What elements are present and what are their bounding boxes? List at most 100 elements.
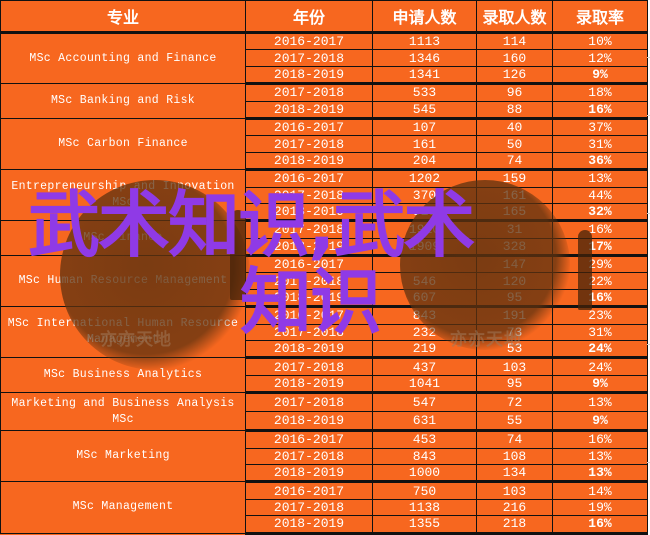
cell-year[interactable]: 2018-2019 — [245, 411, 373, 433]
cell-applicants[interactable]: 1138 — [372, 498, 477, 517]
cell-year[interactable]: 2017-2018 — [245, 272, 373, 290]
cell-year[interactable]: 2017-2018 — [245, 186, 373, 204]
cell-admitted[interactable]: 40 — [476, 117, 553, 137]
header-major[interactable]: 专业 — [0, 0, 246, 34]
cell-year[interactable]: 2017-2018 — [245, 49, 373, 67]
cell-admitted[interactable]: 165 — [476, 202, 553, 223]
cell-year[interactable]: 2018-2019 — [245, 340, 373, 360]
cell-admitted[interactable]: 328 — [476, 237, 553, 258]
cell-admitted[interactable]: 159 — [476, 169, 553, 188]
cell-applicants[interactable]: 547 — [372, 392, 477, 413]
cell-year[interactable]: 2018-2019 — [245, 463, 373, 484]
cell-rate[interactable]: 12% — [552, 49, 648, 67]
cell-admitted[interactable]: 96 — [476, 83, 553, 102]
cell-applicants[interactable]: 232 — [372, 323, 477, 342]
cell-applicants[interactable]: 515 — [372, 202, 477, 223]
cell-admitted[interactable]: 191 — [476, 306, 553, 325]
cell-admitted[interactable]: 216 — [476, 498, 553, 517]
header-rate[interactable]: 录取率 — [552, 0, 648, 34]
cell-rate[interactable]: 13% — [552, 463, 648, 484]
cell-admitted[interactable]: 72 — [476, 392, 553, 413]
cell-applicants[interactable]: 1910 — [372, 220, 477, 239]
cell-major[interactable]: Entrepreneurship and Innovation MSc — [0, 169, 246, 222]
cell-applicants[interactable]: 204 — [372, 151, 477, 172]
cell-applicants[interactable]: 1341 — [372, 65, 477, 86]
cell-major[interactable]: MSc Human Resource Management — [0, 255, 246, 308]
cell-admitted[interactable]: 88 — [476, 100, 553, 120]
cell-rate[interactable]: 16% — [552, 515, 648, 535]
cell-rate[interactable]: 16% — [552, 430, 648, 449]
cell-admitted[interactable]: 126 — [476, 65, 553, 86]
cell-year[interactable]: 2017-2018 — [245, 392, 373, 413]
cell-admitted[interactable]: 161 — [476, 186, 553, 204]
cell-applicants[interactable]: 1355 — [372, 515, 477, 535]
cell-applicants[interactable]: 107 — [372, 117, 477, 137]
cell-admitted[interactable]: 147 — [476, 255, 553, 274]
cell-applicants[interactable]: 1202 — [372, 169, 477, 188]
cell-year[interactable]: 2018-2019 — [245, 151, 373, 172]
cell-rate[interactable]: 9% — [552, 411, 648, 433]
cell-year[interactable]: 2017-2018 — [245, 498, 373, 517]
cell-rate[interactable]: 13% — [552, 169, 648, 188]
cell-year[interactable]: 2017-2018 — [245, 135, 373, 153]
cell-year[interactable]: 2018-2019 — [245, 202, 373, 223]
cell-applicants[interactable]: 453 — [372, 430, 477, 449]
cell-admitted[interactable]: 50 — [476, 135, 553, 153]
cell-major[interactable]: MSc Business Analytics — [0, 357, 246, 394]
cell-major[interactable]: MSc Carbon Finance — [0, 117, 246, 171]
cell-admitted[interactable]: 134 — [476, 463, 553, 484]
cell-rate[interactable]: 16% — [552, 100, 648, 120]
cell-rate[interactable]: 16% — [552, 288, 648, 309]
cell-rate[interactable]: 16% — [552, 220, 648, 239]
cell-year[interactable]: 2018-2019 — [245, 65, 373, 86]
cell-year[interactable]: 2018-2019 — [245, 515, 373, 535]
cell-year[interactable]: 2016-2017 — [245, 255, 373, 274]
cell-rate[interactable]: 19% — [552, 498, 648, 517]
cell-year[interactable]: 2018-2019 — [245, 288, 373, 309]
cell-major[interactable]: MSc Accounting and Finance — [0, 31, 246, 85]
cell-rate[interactable]: 32% — [552, 202, 648, 223]
cell-year[interactable]: 2016-2017 — [245, 306, 373, 325]
cell-applicants[interactable]: 1346 — [372, 49, 477, 67]
cell-admitted[interactable]: 103 — [476, 481, 553, 500]
cell-applicants[interactable]: 843 — [372, 306, 477, 325]
cell-major[interactable]: MSc Management — [0, 481, 246, 534]
cell-admitted[interactable]: 55 — [476, 411, 553, 433]
cell-applicants[interactable]: 533 — [372, 83, 477, 102]
cell-year[interactable]: 2016-2017 — [245, 117, 373, 137]
cell-applicants[interactable]: 546 — [372, 272, 477, 290]
cell-admitted[interactable]: 120 — [476, 272, 553, 290]
cell-admitted[interactable]: 108 — [476, 447, 553, 465]
cell-applicants[interactable]: 1113 — [372, 31, 477, 51]
cell-admitted[interactable]: 74 — [476, 430, 553, 449]
cell-rate[interactable]: 9% — [552, 374, 648, 395]
cell-rate[interactable]: 23% — [552, 306, 648, 325]
cell-year[interactable]: 2018-2019 — [245, 100, 373, 120]
cell-admitted[interactable]: 95 — [476, 288, 553, 309]
cell-admitted[interactable]: 160 — [476, 49, 553, 67]
cell-rate[interactable]: 10% — [552, 31, 648, 51]
cell-applicants[interactable]: 843 — [372, 447, 477, 465]
header-admitted[interactable]: 录取人数 — [476, 0, 553, 34]
cell-major[interactable]: MSc Finance — [0, 220, 246, 257]
cell-applicants[interactable]: 437 — [372, 357, 477, 376]
cell-year[interactable]: 2017-2018 — [245, 220, 373, 239]
cell-rate[interactable]: 44% — [552, 186, 648, 204]
cell-rate[interactable]: 36% — [552, 151, 648, 172]
cell-rate[interactable]: 17% — [552, 237, 648, 258]
cell-admitted[interactable]: 53 — [476, 340, 553, 360]
cell-applicants[interactable] — [372, 255, 477, 274]
header-year[interactable]: 年份 — [245, 0, 373, 34]
cell-admitted[interactable]: 95 — [476, 374, 553, 395]
cell-rate[interactable]: 24% — [552, 357, 648, 376]
cell-major[interactable]: MSc Banking and Risk — [0, 83, 246, 119]
cell-major[interactable]: MSc Marketing — [0, 430, 246, 483]
header-applicants[interactable]: 申请人数 — [372, 0, 477, 34]
cell-rate[interactable]: 37% — [552, 117, 648, 137]
cell-applicants[interactable]: 219 — [372, 340, 477, 360]
cell-rate[interactable]: 18% — [552, 83, 648, 102]
cell-applicants[interactable]: 1041 — [372, 374, 477, 395]
cell-major[interactable]: MSc International Human Resource Managem… — [0, 306, 246, 359]
cell-applicants[interactable]: 370 — [372, 186, 477, 204]
cell-year[interactable]: 2017-2018 — [245, 357, 373, 376]
